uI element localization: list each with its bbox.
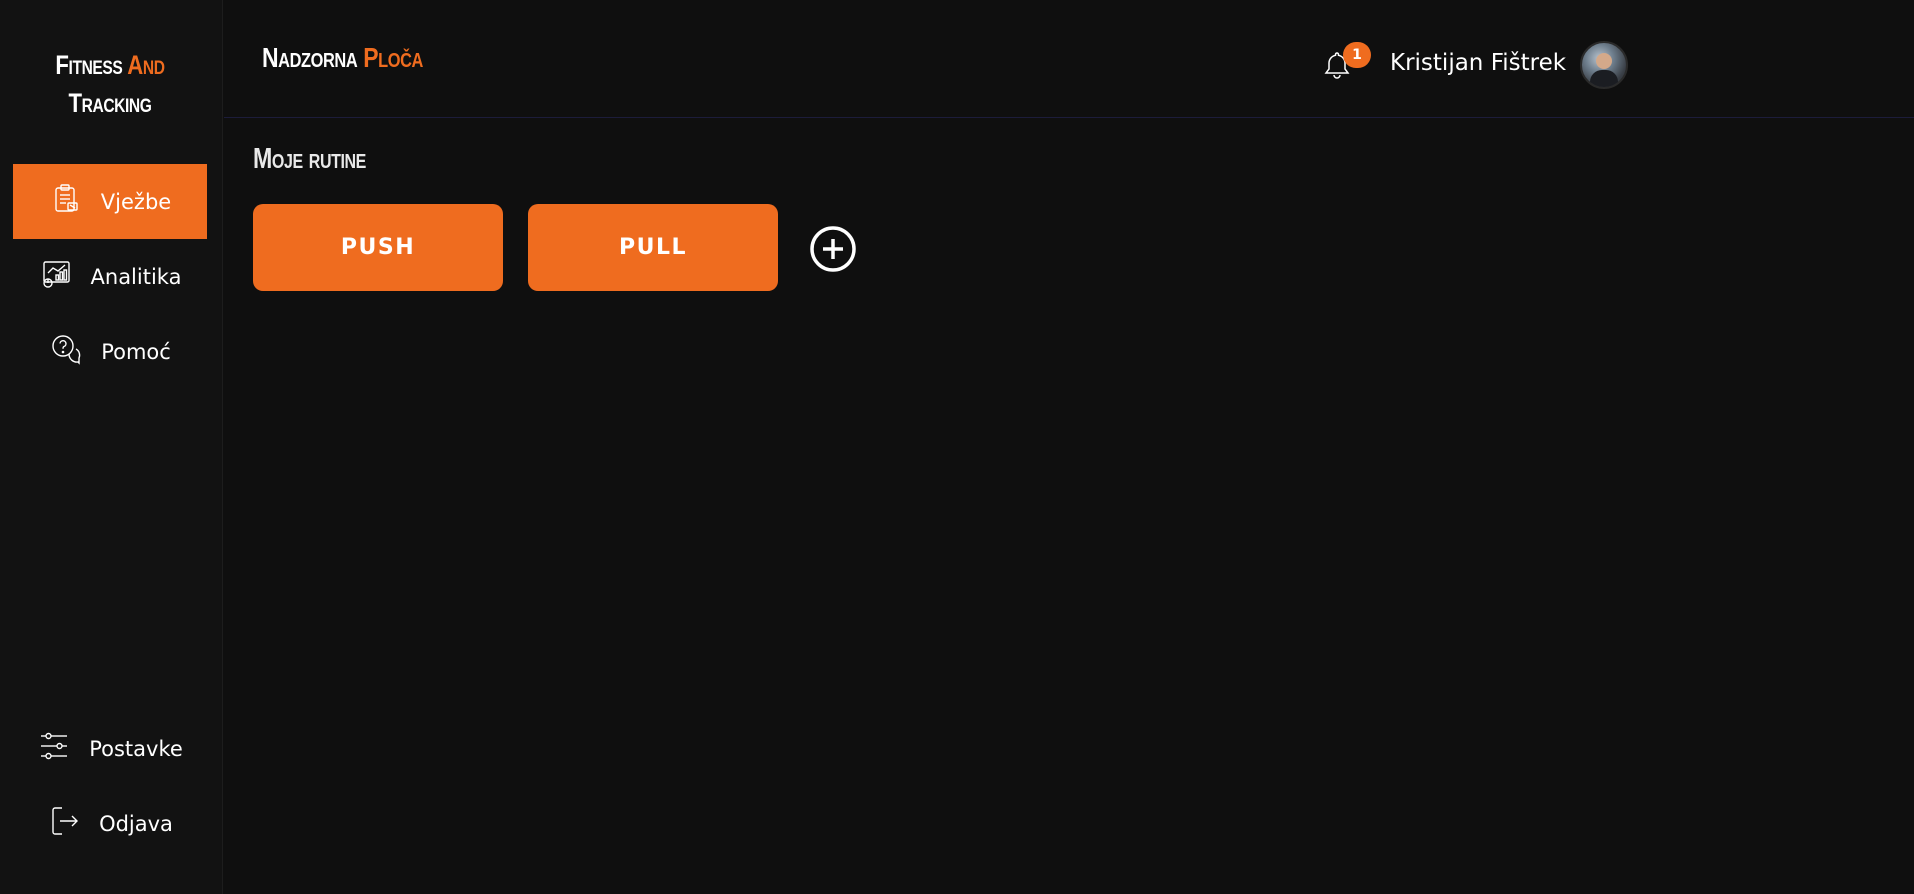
- logo-line-1: Fitness And: [55, 50, 165, 80]
- sidebar-item-label: Odjava: [99, 811, 173, 836]
- plus-circle-icon: [809, 226, 857, 277]
- sidebar-item-label: Vježbe: [100, 189, 172, 214]
- sidebar-item-pomoc[interactable]: Pomoć: [13, 314, 207, 389]
- add-routine-button[interactable]: [809, 225, 857, 273]
- notification-badge: 1: [1343, 42, 1371, 68]
- avatar[interactable]: [1580, 41, 1628, 89]
- top-header: Nadzorna Ploča: [224, 0, 1914, 118]
- user-name[interactable]: Kristijan Fištrek: [1390, 50, 1566, 76]
- analytics-chart-icon: [39, 257, 73, 296]
- sidebar-item-label: Pomoć: [101, 339, 171, 364]
- logout-icon: [47, 804, 81, 843]
- app-logo[interactable]: Fitness And Tracking: [20, 46, 200, 122]
- app-root: Fitness And Tracking Vježbe Analitika Po…: [0, 0, 1914, 894]
- page-title: Nadzorna Ploča: [262, 42, 424, 73]
- sidebar-item-postavke[interactable]: Postavke: [13, 711, 207, 786]
- help-chat-icon: [49, 332, 83, 371]
- sidebar-item-analitika[interactable]: Analitika: [13, 239, 207, 314]
- sliders-icon: [37, 729, 71, 768]
- routine-button-pull[interactable]: PULL: [528, 204, 778, 291]
- routine-button-push[interactable]: PUSH: [253, 204, 503, 291]
- logo-line-2: Tracking: [68, 88, 152, 118]
- section-title-my-routines: Moje rutine: [253, 143, 366, 175]
- sidebar-item-vjezbe[interactable]: Vježbe: [13, 164, 207, 239]
- sidebar-item-odjava[interactable]: Odjava: [13, 786, 207, 861]
- sidebar-item-label: Analitika: [90, 264, 182, 289]
- sidebar: Fitness And Tracking Vježbe Analitika Po…: [0, 0, 223, 894]
- clipboard-exercise-icon: [49, 182, 83, 221]
- sidebar-item-label: Postavke: [89, 736, 183, 761]
